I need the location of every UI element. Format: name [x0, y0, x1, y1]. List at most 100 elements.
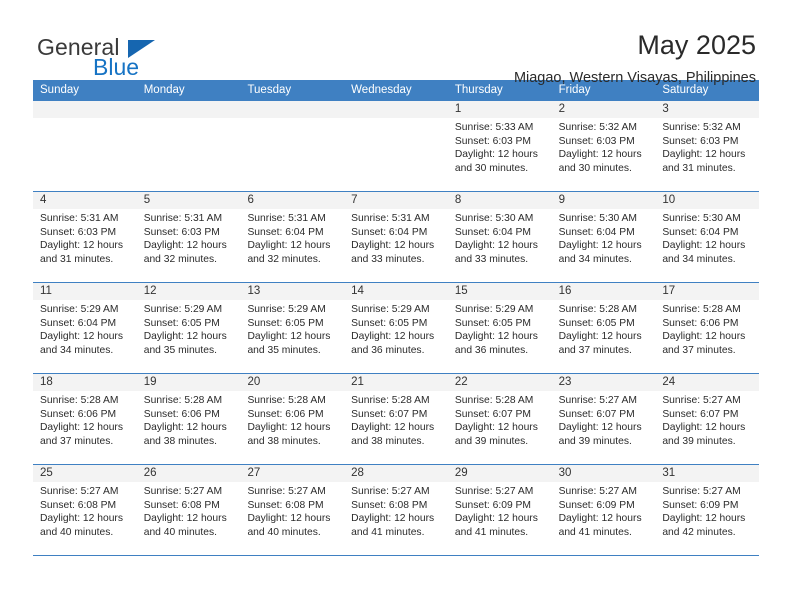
sunset-text: Sunset: 6:09 PM [662, 499, 739, 511]
day-number: 13 [240, 283, 345, 300]
calendar-day-cell[interactable]: 21 Sunrise: 5:28 AM Sunset: 6:07 PM Dayligh… [344, 374, 448, 464]
day-number: 21 [344, 374, 448, 391]
calendar-day-cell[interactable]: 7 Sunrise: 5:31 AM Sunset: 6:04 PM Daylight… [344, 192, 448, 282]
daylight-text-line2: and 32 minutes. [247, 253, 321, 265]
calendar-day-cell[interactable]: 25 Sunrise: 5:27 AM Sunset: 6:08 PM Dayligh… [33, 465, 137, 555]
daylight-text-line1: Daylight: 12 hours [40, 240, 123, 252]
day-sun-info: Sunrise: 5:27 AM Sunset: 6:08 PM Daylight:… [240, 482, 344, 539]
calendar-day-cell[interactable]: 26 Sunrise: 5:27 AM Sunset: 6:08 PM Dayligh… [136, 465, 241, 555]
calendar-grid: Sunday Monday Tuesday Wednesday Thursday Frid… [33, 80, 760, 556]
calendar-day-cell[interactable]: 17 Sunrise: 5:28 AM Sunset: 6:06 PM Dayligh… [655, 283, 760, 373]
calendar-day-cell[interactable]: 11 Sunrise: 5:29 AM Sunset: 6:04 PM Dayligh… [33, 283, 137, 373]
sunrise-text: Sunrise: 5:31 AM [143, 213, 223, 224]
daylight-text-line2: and 38 minutes. [247, 435, 321, 447]
daylight-text-line1: Daylight: 12 hours [143, 513, 227, 525]
sunset-text: Sunset: 6:09 PM [558, 499, 635, 511]
calendar-day-cell[interactable]: 22 Sunrise: 5:28 AM Sunset: 6:07 PM Dayligh… [447, 374, 552, 464]
calendar-day-cell[interactable]: 13 Sunrise: 5:29 AM Sunset: 6:05 PM Dayligh… [240, 283, 345, 373]
sunrise-text: Sunrise: 5:27 AM [247, 486, 326, 497]
calendar-day-cell[interactable]: 12 Sunrise: 5:29 AM Sunset: 6:05 PM Dayligh… [136, 283, 241, 373]
day-sun-info: Sunrise: 5:28 AM Sunset: 6:06 PM Daylight:… [240, 391, 344, 448]
daylight-text-line2: and 31 minutes. [662, 162, 736, 174]
calendar-week-row: 4 Sunrise: 5:31 AM Sunset: 6:03 PM Daylight… [33, 191, 760, 282]
sunrise-text: Sunrise: 5:29 AM [40, 304, 119, 315]
day-sun-info: Sunrise: 5:28 AM Sunset: 6:07 PM Daylight:… [448, 391, 552, 448]
sunset-text: Sunset: 6:09 PM [454, 499, 532, 511]
calendar-day-cell[interactable]: 9 Sunrise: 5:30 AM Sunset: 6:04 PM Daylight… [551, 192, 656, 282]
sunrise-text: Sunrise: 5:28 AM [662, 304, 741, 315]
general-blue-logo[interactable]: General Blue [33, 30, 163, 86]
calendar-week-row: 25 Sunrise: 5:27 AM Sunset: 6:08 PM Dayligh… [33, 464, 760, 556]
daylight-text-line2: and 30 minutes. [558, 162, 632, 174]
sunrise-text: Sunrise: 5:28 AM [558, 304, 638, 315]
daylight-text-line2: and 39 minutes. [662, 435, 736, 447]
day-sun-info: Sunrise: 5:31 AM Sunset: 6:03 PM Daylight:… [137, 209, 241, 266]
calendar-day-cell[interactable]: 4 Sunrise: 5:31 AM Sunset: 6:03 PM Daylight… [33, 192, 137, 282]
calendar-day-cell[interactable]: 30 Sunrise: 5:27 AM Sunset: 6:09 PM Dayligh… [551, 465, 656, 555]
day-sun-info: Sunrise: 5:31 AM Sunset: 6:04 PM Daylight:… [240, 209, 344, 266]
sunrise-text: Sunrise: 5:28 AM [143, 395, 223, 406]
calendar-day-cell[interactable]: 18 Sunrise: 5:28 AM Sunset: 6:06 PM Dayligh… [33, 374, 137, 464]
calendar-day-cell[interactable]: 29 Sunrise: 5:27 AM Sunset: 6:09 PM Dayligh… [447, 465, 552, 555]
calendar-day-cell[interactable]: 5 Sunrise: 5:31 AM Sunset: 6:03 PM Daylight… [136, 192, 241, 282]
calendar-day-cell[interactable]: 23 Sunrise: 5:27 AM Sunset: 6:07 PM Dayligh… [551, 374, 656, 464]
daylight-text-line2: and 39 minutes. [558, 435, 632, 447]
day-number: 16 [551, 283, 656, 300]
calendar-day-cell[interactable]: 24 Sunrise: 5:27 AM Sunset: 6:07 PM Dayligh… [655, 374, 760, 464]
calendar-day-cell[interactable]: 2 Sunrise: 5:32 AM Sunset: 6:03 PM Daylight… [551, 101, 656, 191]
daylight-text-line1: Daylight: 12 hours [143, 240, 227, 252]
daylight-text-line2: and 33 minutes. [351, 253, 425, 265]
logo-word-blue: Blue [93, 54, 140, 80]
day-sun-info: Sunrise: 5:27 AM Sunset: 6:07 PM Daylight:… [655, 391, 759, 448]
day-sun-info: Sunrise: 5:27 AM Sunset: 6:09 PM Daylight:… [552, 482, 656, 539]
calendar-day-cell[interactable]: 10 Sunrise: 5:30 AM Sunset: 6:04 PM Dayligh… [655, 192, 760, 282]
calendar-day-cell[interactable]: 14 Sunrise: 5:29 AM Sunset: 6:05 PM Dayligh… [344, 283, 448, 373]
calendar-day-cell[interactable]: 31 Sunrise: 5:27 AM Sunset: 6:09 PM Dayligh… [655, 465, 760, 555]
daylight-text-line2: and 34 minutes. [662, 253, 736, 265]
daylight-text-line2: and 32 minutes. [143, 253, 217, 265]
sunset-text: Sunset: 6:05 PM [454, 317, 532, 329]
calendar-day-cell[interactable]: 16 Sunrise: 5:28 AM Sunset: 6:05 PM Dayligh… [551, 283, 656, 373]
daylight-text-line1: Daylight: 12 hours [454, 149, 538, 161]
calendar-day-cell[interactable]: 20 Sunrise: 5:28 AM Sunset: 6:06 PM Dayligh… [240, 374, 345, 464]
day-number: 17 [655, 283, 760, 300]
calendar-day-cell[interactable]: 6 Sunrise: 5:31 AM Sunset: 6:04 PM Daylight… [240, 192, 345, 282]
day-number [136, 101, 241, 118]
calendar-day-cell[interactable]: 28 Sunrise: 5:27 AM Sunset: 6:08 PM Dayligh… [344, 465, 448, 555]
calendar-day-cell[interactable]: 1 Sunrise: 5:33 AM Sunset: 6:03 PM Daylight… [447, 101, 552, 191]
daylight-text-line1: Daylight: 12 hours [351, 422, 435, 434]
daylight-text-line1: Daylight: 12 hours [662, 149, 746, 161]
day-number [33, 101, 137, 118]
calendar-day-cell[interactable]: 27 Sunrise: 5:27 AM Sunset: 6:08 PM Dayligh… [240, 465, 345, 555]
daylight-text-line1: Daylight: 12 hours [558, 240, 642, 252]
daylight-text-line2: and 40 minutes. [247, 526, 321, 538]
sunrise-text: Sunrise: 5:27 AM [143, 486, 223, 497]
calendar-day-cell[interactable]: 8 Sunrise: 5:30 AM Sunset: 6:04 PM Daylight… [447, 192, 552, 282]
sunrise-text: Sunrise: 5:27 AM [662, 395, 741, 406]
day-number: 27 [240, 465, 345, 482]
calendar-day-cell[interactable]: 3 Sunrise: 5:32 AM Sunset: 6:03 PM Daylight… [655, 101, 760, 191]
calendar-day-empty [344, 101, 448, 191]
day-number: 19 [136, 374, 241, 391]
day-sun-info: Sunrise: 5:28 AM Sunset: 6:06 PM Daylight:… [33, 391, 137, 448]
day-sun-info: Sunrise: 5:28 AM Sunset: 6:05 PM Daylight:… [552, 300, 656, 357]
daylight-text-line2: and 34 minutes. [40, 344, 114, 356]
sunset-text: Sunset: 6:06 PM [143, 408, 220, 420]
day-sun-info: Sunrise: 5:32 AM Sunset: 6:03 PM Daylight:… [552, 118, 656, 175]
daylight-text-line1: Daylight: 12 hours [40, 422, 123, 434]
daylight-text-line2: and 33 minutes. [454, 253, 529, 265]
sunrise-text: Sunrise: 5:31 AM [40, 213, 119, 224]
daylight-text-line2: and 30 minutes. [454, 162, 529, 174]
day-sun-info: Sunrise: 5:27 AM Sunset: 6:09 PM Daylight:… [448, 482, 552, 539]
day-number: 29 [447, 465, 552, 482]
day-sun-info: Sunrise: 5:32 AM Sunset: 6:03 PM Daylight:… [655, 118, 759, 175]
daylight-text-line1: Daylight: 12 hours [351, 240, 435, 252]
calendar-day-cell[interactable]: 19 Sunrise: 5:28 AM Sunset: 6:06 PM Dayligh… [136, 374, 241, 464]
sunrise-text: Sunrise: 5:31 AM [351, 213, 430, 224]
day-number [240, 101, 345, 118]
day-number: 8 [447, 192, 552, 209]
daylight-text-line2: and 36 minutes. [351, 344, 425, 356]
day-number: 1 [447, 101, 552, 118]
sunset-text: Sunset: 6:06 PM [662, 317, 739, 329]
calendar-day-cell[interactable]: 15 Sunrise: 5:29 AM Sunset: 6:05 PM Dayligh… [447, 283, 552, 373]
